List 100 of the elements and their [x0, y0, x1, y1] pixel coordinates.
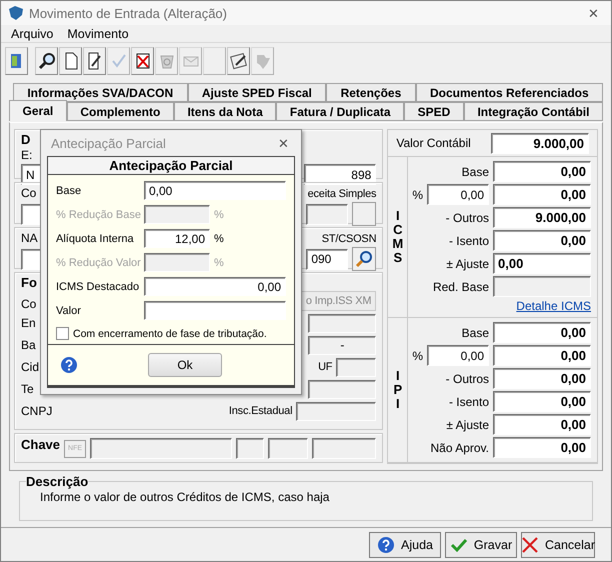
- field-label: ± Ajuste: [446, 256, 489, 270]
- group-legend: Chave: [21, 438, 60, 451]
- text-field[interactable]: [308, 314, 376, 332]
- toolbar-button[interactable]: [227, 47, 250, 75]
- ok-button[interactable]: Ok: [148, 353, 222, 377]
- field-label: Insc.Estadual: [228, 405, 292, 417]
- toolbar-button[interactable]: [83, 47, 106, 75]
- help-button[interactable]: Ajuda: [369, 532, 441, 558]
- field-label: Red. Base: [432, 280, 489, 294]
- field-label: En: [21, 316, 36, 330]
- window-title: Movimento de Entrada (Alteração): [29, 6, 228, 20]
- percent-field[interactable]: 0,00: [427, 184, 489, 205]
- detail-link[interactable]: Detalhe ICMS: [516, 299, 591, 313]
- text-field[interactable]: -: [308, 336, 376, 354]
- section-letter: P: [393, 383, 402, 397]
- field-label: NA: [21, 231, 38, 245]
- input-field[interactable]: 0,00: [144, 181, 286, 200]
- number-field[interactable]: 898: [304, 164, 376, 185]
- text-field[interactable]: [90, 438, 232, 459]
- checkbox[interactable]: [56, 327, 69, 340]
- text-field[interactable]: [236, 438, 264, 459]
- value-field[interactable]: 0,00: [493, 322, 591, 343]
- value-field[interactable]: [493, 276, 591, 297]
- input-field[interactable]: 12,00: [144, 229, 210, 248]
- edit-document-icon: [86, 52, 104, 70]
- checkmark-icon: [450, 536, 468, 552]
- section-letter: I: [396, 369, 400, 383]
- search-icon: [355, 250, 374, 268]
- value-field[interactable]: 9.000,00: [491, 132, 589, 154]
- value-field[interactable]: 9.000,00: [493, 207, 591, 228]
- text-field[interactable]: [306, 204, 348, 224]
- delete-icon: [134, 52, 152, 70]
- text-field[interactable]: [312, 438, 376, 459]
- text-field[interactable]: [296, 402, 376, 420]
- value-field[interactable]: 0,00: [493, 253, 591, 274]
- tab[interactable]: Ajuste SPED Fiscal: [188, 83, 326, 102]
- field-label: %: [412, 348, 423, 362]
- group-legend: D: [21, 133, 30, 146]
- close-button[interactable]: ✕: [582, 6, 605, 20]
- tab[interactable]: Integração Contábil: [464, 102, 604, 121]
- checkbox-label: Com encerramento de fase de tributação.: [73, 328, 267, 340]
- value-field[interactable]: 0,00: [493, 230, 591, 251]
- input-field[interactable]: [144, 205, 210, 224]
- text-field[interactable]: [268, 438, 308, 459]
- field-label: UF: [318, 361, 332, 373]
- tab[interactable]: Complemento: [66, 102, 174, 121]
- field-label: Co: [21, 186, 36, 200]
- value-field[interactable]: 0,00: [493, 161, 591, 182]
- value-field[interactable]: 0,00: [493, 345, 591, 366]
- tab[interactable]: Informações SVA/DACON: [13, 83, 188, 102]
- field-label: Ba: [21, 338, 36, 352]
- field-label: Valor: [56, 304, 82, 316]
- input-field[interactable]: [144, 253, 210, 272]
- tab[interactable]: Itens da Nota: [174, 102, 276, 121]
- tab[interactable]: Fatura / Duplicata: [276, 102, 404, 121]
- dialog-title: Antecipação Parcial: [51, 136, 167, 150]
- toolbar-button[interactable]: [131, 47, 154, 75]
- field-label: CNPJ: [21, 404, 52, 418]
- toolbar-button[interactable]: [59, 47, 82, 75]
- field-label: - Outros: [446, 210, 489, 224]
- description-text: Informe o valor de outros Créditos de ICMS, caso haja: [40, 490, 330, 504]
- field-label: - Isento: [448, 234, 489, 248]
- field-label: Valor Contábil: [396, 136, 471, 150]
- app-logo-icon: [7, 5, 25, 21]
- value-field[interactable]: 0,00: [493, 391, 591, 412]
- help-icon: [60, 356, 78, 374]
- code-field[interactable]: 090: [306, 248, 348, 270]
- input-field[interactable]: 0,00: [144, 277, 286, 296]
- field-label: Base: [56, 184, 82, 196]
- tab[interactable]: Documentos Referenciados: [416, 83, 604, 102]
- tab[interactable]: SPED: [404, 102, 464, 121]
- value-field[interactable]: 0,00: [493, 414, 591, 435]
- percent-field[interactable]: 0,00: [427, 345, 489, 366]
- field-label: ICMS Destacado: [56, 280, 140, 292]
- field-label: Base: [462, 164, 489, 178]
- text-field[interactable]: [336, 358, 376, 376]
- search-button[interactable]: [352, 247, 376, 271]
- field-label: - Isento: [448, 394, 489, 408]
- cancel-button[interactable]: Cancelar: [521, 532, 595, 558]
- close-button[interactable]: ✕: [272, 136, 295, 150]
- menu-item[interactable]: Movimento: [67, 26, 129, 40]
- save-button[interactable]: Gravar: [445, 532, 517, 558]
- group-legend: Descrição: [26, 474, 88, 489]
- input-field[interactable]: [144, 301, 286, 320]
- field-label: %: [412, 188, 423, 202]
- field-label: - Outros: [446, 372, 489, 386]
- value-field[interactable]: 0,00: [493, 437, 591, 458]
- field-label: Co: [21, 297, 36, 311]
- value-field[interactable]: 0,00: [493, 368, 591, 389]
- field-label: ST/CSOSN: [322, 233, 376, 245]
- field-label: % Redução Base: [56, 208, 142, 220]
- menu-item[interactable]: Arquivo: [11, 26, 54, 40]
- close-icon: [520, 536, 539, 554]
- pen-document-icon: [230, 52, 248, 70]
- tab[interactable]: Retenções: [326, 83, 416, 102]
- value-field[interactable]: 0,00: [493, 184, 591, 205]
- field-label: Te: [21, 382, 34, 396]
- text-field[interactable]: [308, 380, 376, 398]
- toolbar-button[interactable]: [35, 47, 58, 75]
- tab[interactable]: Geral: [9, 100, 67, 121]
